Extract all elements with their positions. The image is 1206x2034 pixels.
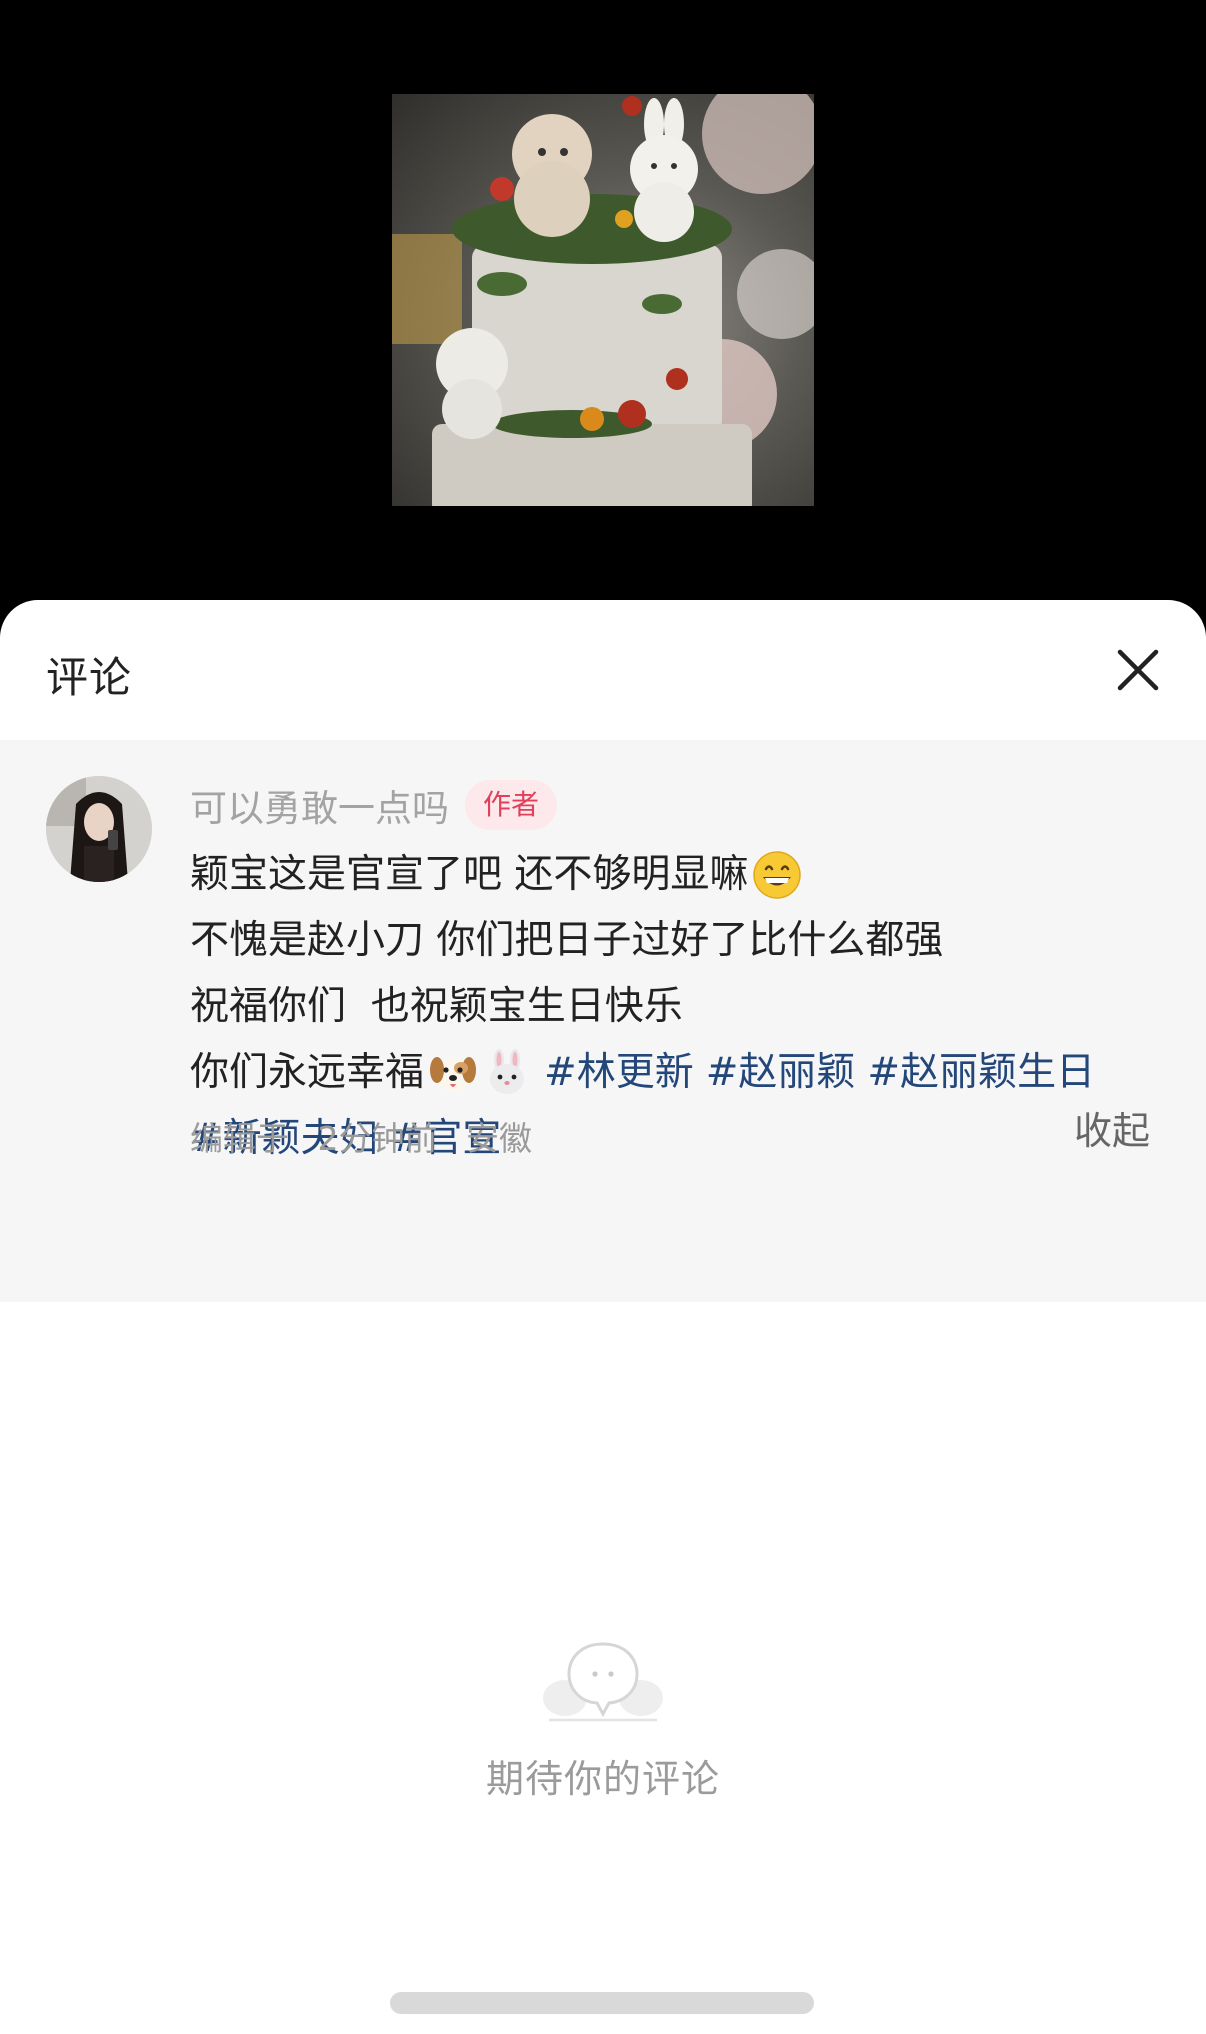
- hashtag-link[interactable]: #赵丽颖生日: [867, 1040, 1095, 1106]
- comment-line-text: 你们永远幸福: [190, 1050, 425, 1095]
- empty-comments-state: 期待你的评论: [0, 1640, 1206, 1803]
- sheet-title: 评论: [46, 653, 133, 702]
- grinning-face-emoji: [753, 851, 802, 899]
- empty-state-text: 期待你的评论: [485, 1757, 720, 1801]
- close-button[interactable]: [1110, 642, 1166, 698]
- comment-line-text: 颖宝这是官宣了吧 还不够明显嘛: [190, 852, 749, 897]
- comment-line-text: 祝福你们 也祝颖宝生日快乐: [190, 984, 683, 1029]
- author-row: 可以勇敢一点吗 作者: [190, 776, 558, 834]
- rabbit-face-emoji: [490, 1049, 525, 1094]
- comment-line: 祝福你们 也祝颖宝生日快乐: [190, 974, 1150, 1040]
- comment-line: 你们永远幸福 #林更新 #赵丽颖 #赵丽颖生日: [190, 1040, 1150, 1106]
- collapse-button[interactable]: 收起: [1074, 1100, 1150, 1155]
- sheet-header: 评论: [0, 600, 1206, 740]
- comment-line: 不愧是赵小刀 你们把日子过好了比什么都强: [190, 908, 1150, 974]
- cake-illustration: [392, 94, 814, 506]
- comment-meta: 编辑于 2分钟前 安徽: [190, 1112, 550, 1160]
- comment-time: 2分钟前: [317, 1119, 438, 1158]
- comment-location: 安徽: [466, 1119, 532, 1158]
- author-comment: 可以勇敢一点吗 作者 颖宝这是官宣了吧 还不够明显嘛 不愧是赵小刀 你们把日子过…: [0, 740, 1206, 1302]
- home-indicator: [390, 1992, 814, 2014]
- avatar-image: [46, 776, 152, 882]
- chat-bubble-icon: [543, 1642, 663, 1722]
- comment-line: 颖宝这是官宣了吧 还不够明显嘛: [190, 842, 1150, 908]
- edited-prefix: 编辑于: [190, 1119, 289, 1158]
- avatar[interactable]: [46, 776, 152, 882]
- hashtag-link[interactable]: #赵丽颖: [706, 1040, 856, 1106]
- close-icon: [1117, 649, 1159, 691]
- dog-face-emoji: [430, 1057, 477, 1092]
- comment-sheet: 评论 可以勇敢一点吗 作者 颖宝这是官宣了吧 还不够明显嘛 不愧是赵小刀 你们把…: [0, 600, 1206, 2034]
- post-photo-cake[interactable]: [392, 94, 814, 506]
- author-badge: 作者: [465, 780, 558, 830]
- media-viewer: [0, 0, 1206, 620]
- comment-line-text: 不愧是赵小刀 你们把日子过好了比什么都强: [190, 918, 944, 963]
- author-name[interactable]: 可以勇敢一点吗: [190, 778, 449, 832]
- hashtag-link[interactable]: #林更新: [544, 1040, 694, 1106]
